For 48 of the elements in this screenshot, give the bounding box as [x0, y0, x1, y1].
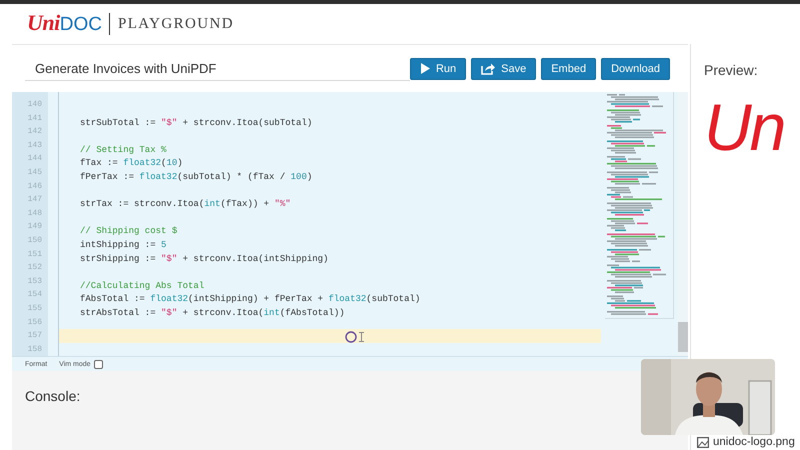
toolbar-button[interactable]: Run	[410, 58, 466, 80]
line-number: 147	[26, 194, 43, 206]
line-number: 157	[26, 330, 43, 342]
line-number: 146	[26, 180, 43, 193]
line-number: 158	[26, 344, 43, 356]
line-number: 155	[26, 302, 43, 315]
share-icon	[481, 62, 496, 74]
line-number: 151	[26, 248, 43, 261]
scrollbar-thumb[interactable]	[678, 322, 688, 352]
image-icon	[697, 436, 709, 448]
code-line: strSubTotal := "$" + strconv.Itoa(subTotal)	[79, 116, 312, 130]
product-name: PLAYGROUND	[118, 16, 234, 32]
vim-mode-checkbox[interactable]	[94, 360, 103, 368]
preview-title: Preview:	[704, 62, 759, 78]
code-line: strShipping := "$" + strconv.Itoa(intShipping)	[79, 252, 328, 266]
line-number: 150	[26, 234, 43, 247]
title-field[interactable]: Generate Invoices with UniPDF	[25, 59, 410, 81]
code-line: fTax := float32(10)	[79, 157, 183, 170]
logo[interactable]: UniDOC	[27, 11, 102, 37]
code-line: intShipping := 5	[79, 238, 166, 252]
code-line: fPerTax := float32(subTotal) * (fTax / 100)	[79, 170, 312, 184]
line-number: 154	[26, 289, 43, 302]
line-number: 141	[26, 112, 43, 125]
line-number: 140	[26, 99, 43, 111]
console-title: Console:	[25, 388, 82, 404]
line-number: 149	[26, 221, 43, 234]
file-name[interactable]: unidoc-logo.png	[713, 436, 795, 448]
line-number: 148	[26, 208, 43, 220]
code-line: strAbsTotal := "$" + strconv.Itoa(int(fAbsTotal))	[79, 306, 345, 320]
toolbar-button[interactable]: Embed	[541, 58, 596, 80]
text-cursor-icon	[359, 332, 364, 342]
toolbar-button[interactable]: Save	[471, 58, 536, 80]
toolbar-button[interactable]: Download	[601, 58, 670, 80]
line-number: 144	[26, 153, 43, 166]
code-line: // Setting Tax %	[79, 144, 166, 157]
preview-logo: Un	[704, 92, 786, 162]
code-line: fAbsTotal := float32(intShipping) + fPerTax + float32(subTotal)	[79, 293, 420, 306]
line-number: 143	[26, 140, 43, 152]
code-line: //Calculating Abs Total	[79, 280, 204, 293]
line-number: 153	[26, 276, 43, 288]
code-line: strTax := strconv.Itoa(int(fTax)) + "%"	[79, 198, 291, 212]
line-number: 156	[26, 316, 43, 328]
line-number: 145	[26, 166, 43, 179]
line-number: 152	[26, 262, 43, 274]
code-line: // Shipping cost $	[79, 225, 178, 238]
cursor-ring-icon	[345, 331, 357, 343]
play-icon	[420, 63, 430, 74]
line-number: 142	[26, 126, 43, 138]
